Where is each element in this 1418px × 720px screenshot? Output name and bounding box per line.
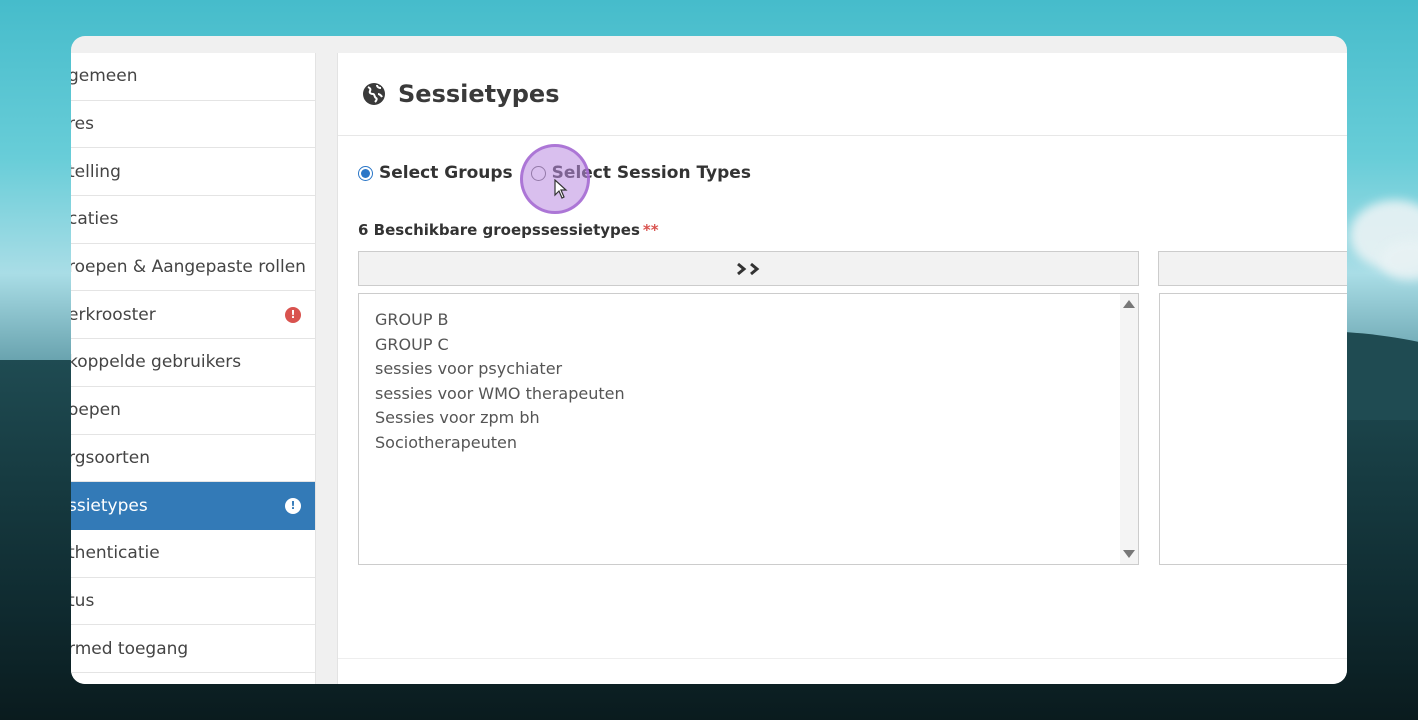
available-types-label: 6 Beschikbare groepssessietypes ** — [358, 221, 659, 239]
sidebar-item-label: tus — [71, 590, 95, 611]
list-item[interactable]: sessies voor psychiater — [375, 357, 1122, 382]
move-all-left-button[interactable] — [1158, 251, 1347, 286]
sidebar-item[interactable]: erkrooster! — [71, 291, 315, 340]
sidebar-item[interactable]: telling — [71, 148, 315, 197]
available-types-text: 6 Beschikbare groepssessietypes — [358, 221, 640, 239]
sidebar-item-label: caties — [71, 209, 119, 230]
sidebar-item-label: thenticatie — [71, 543, 160, 564]
selected-listbox[interactable] — [1159, 293, 1347, 565]
sidebar-item-label: roepen & Aangepaste rollen — [71, 257, 306, 278]
sidebar-item[interactable]: koppelde gebruikers — [71, 339, 315, 387]
sidebar-item[interactable]: caties — [71, 196, 315, 244]
panel-header: Sessietypes — [338, 53, 1347, 136]
sidebar-item-label: rmed toegang — [71, 638, 189, 659]
app-window: gemeen res telling caties roepen & Aangepast… — [71, 36, 1347, 684]
sidebar-item-label: res — [71, 114, 94, 135]
sidebar-item-label: telling — [71, 161, 121, 182]
list-item[interactable]: sessies voor WMO therapeuten — [375, 382, 1122, 407]
sidebar-item[interactable]: tus — [71, 578, 315, 626]
sidebar-item[interactable]: ssietypes! — [71, 482, 315, 530]
mouse-cursor-icon — [554, 179, 568, 199]
listbox-scrollbar[interactable] — [1120, 294, 1138, 564]
required-marker: ** — [642, 221, 659, 239]
globe-icon — [363, 83, 385, 105]
sidebar-item-label: oepen — [71, 400, 121, 421]
alert-icon: ! — [285, 306, 301, 323]
scroll-down-icon[interactable] — [1123, 550, 1135, 558]
panel-divider — [338, 658, 1347, 659]
settings-sidebar: gemeen res telling caties roepen & Aangepast… — [71, 53, 316, 684]
sidebar-item[interactable]: gemeen — [71, 53, 315, 101]
list-item[interactable]: Sociotherapeuten — [375, 431, 1122, 456]
move-all-right-button[interactable] — [358, 251, 1139, 286]
sidebar-item[interactable]: thenticatie — [71, 530, 315, 578]
page-title: Sessietypes — [398, 80, 560, 108]
sidebar-item-label: ssietypes — [71, 495, 148, 516]
list-item[interactable]: GROUP C — [375, 333, 1122, 358]
sidebar-item-label: koppelde gebruikers — [71, 352, 242, 373]
select-groups-radio[interactable] — [358, 165, 373, 181]
sessietypes-panel: Sessietypes Select Groups Select Session… — [337, 53, 1347, 684]
sidebar-item-label: gemeen — [71, 66, 138, 87]
sidebar-item-label: rgsoorten — [71, 447, 151, 468]
select-groups-label: Select Groups — [379, 163, 513, 183]
list-item[interactable]: Sessies voor zpm bh — [375, 406, 1122, 431]
sidebar-item[interactable]: oepen — [71, 387, 315, 435]
scroll-up-icon[interactable] — [1123, 300, 1135, 308]
sidebar-item-label: erkrooster — [71, 304, 156, 325]
select-groups-option[interactable]: Select Groups — [358, 163, 513, 183]
sidebar-item[interactable]: rgsoorten — [71, 435, 315, 483]
double-chevron-right-icon — [736, 262, 759, 275]
sidebar-item[interactable]: res — [71, 101, 315, 149]
list-item[interactable]: GROUP B — [375, 308, 1122, 333]
sidebar-item[interactable]: roepen & Aangepaste rollen — [71, 244, 315, 292]
alert-icon: ! — [285, 497, 301, 514]
available-listbox[interactable]: GROUP B GROUP Csessies voor psychiater ses… — [358, 293, 1139, 565]
sidebar-item[interactable]: rmed toegang — [71, 625, 315, 673]
